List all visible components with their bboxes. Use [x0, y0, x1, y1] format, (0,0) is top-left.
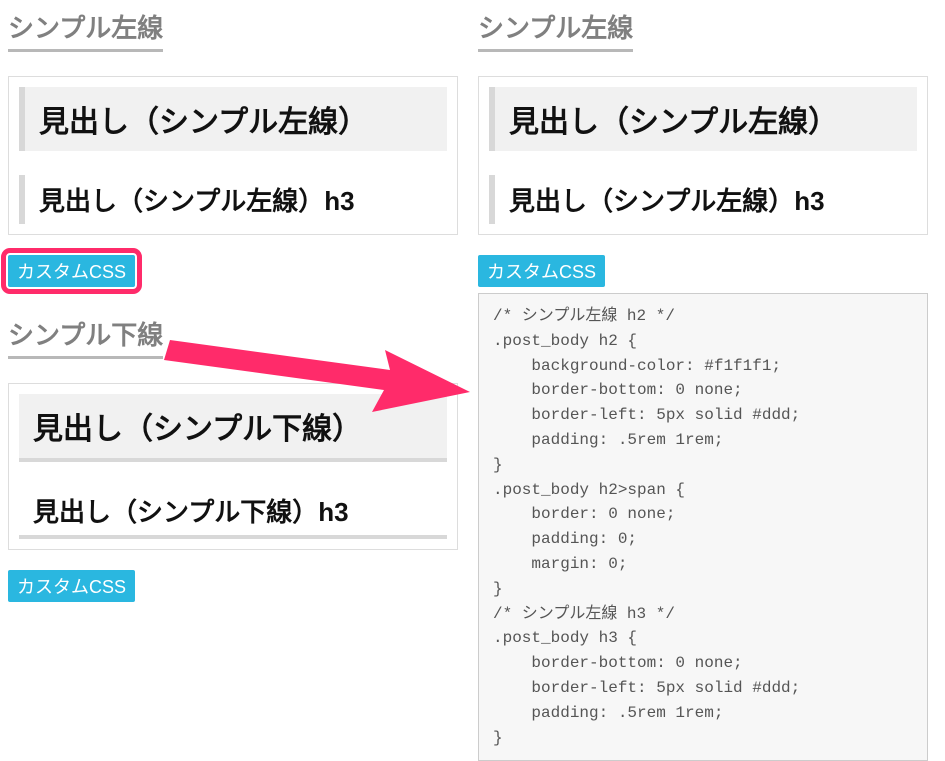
section-title-right-1: シンプル左線 [478, 8, 633, 52]
left-column: シンプル左線 見出し（シンプル左線） 見出し（シンプル左線）h3 カスタムCSS… [8, 8, 458, 761]
custom-css-toggle-1[interactable]: カスタムCSS [8, 255, 135, 287]
custom-css-toggle-3[interactable]: カスタムCSS [478, 255, 605, 287]
preview-box-underline: 見出し（シンプル下線） 見出し（シンプル下線）h3 [8, 383, 458, 550]
heading-h2-leftline: 見出し（シンプル左線） [19, 87, 447, 151]
css-code-block: /* シンプル左線 h2 */ .post_body h2 { backgrou… [478, 293, 928, 761]
preview-box-leftline-right: 見出し（シンプル左線） 見出し（シンプル左線）h3 [478, 76, 928, 235]
right-column: シンプル左線 見出し（シンプル左線） 見出し（シンプル左線）h3 カスタムCSS… [478, 8, 928, 761]
heading-h2-leftline-right: 見出し（シンプル左線） [489, 87, 917, 151]
section-title-left-2: シンプル下線 [8, 315, 163, 359]
heading-h3-leftline: 見出し（シンプル左線）h3 [19, 175, 447, 224]
heading-h3-leftline-right: 見出し（シンプル左線）h3 [489, 175, 917, 224]
heading-h2-underline: 見出し（シンプル下線） [19, 394, 447, 462]
custom-css-toggle-2[interactable]: カスタムCSS [8, 570, 135, 602]
section-title-left-1: シンプル左線 [8, 8, 163, 52]
preview-box-leftline: 見出し（シンプル左線） 見出し（シンプル左線）h3 [8, 76, 458, 235]
heading-h3-underline: 見出し（シンプル下線）h3 [19, 486, 447, 539]
